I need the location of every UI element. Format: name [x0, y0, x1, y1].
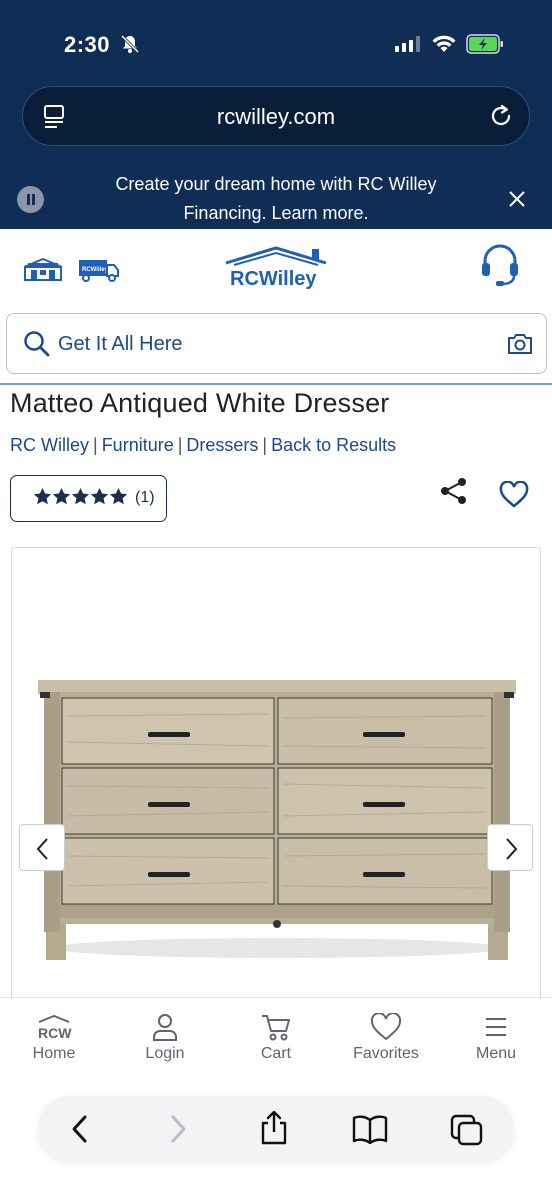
- nav-favorites[interactable]: Favorites: [341, 1012, 431, 1063]
- nav-home-label: Home: [32, 1045, 76, 1062]
- star-rating-icon: [33, 487, 129, 512]
- hamburger-icon: [451, 1012, 541, 1042]
- share-icon[interactable]: [258, 1110, 290, 1151]
- nav-favorites-label: Favorites: [353, 1045, 419, 1062]
- breadcrumb: RC Willey | Furniture | Dressers | Back to Res…: [10, 435, 397, 455]
- rcw-logo-text: RCW: [38, 1025, 72, 1040]
- share-icon[interactable]: [439, 477, 469, 510]
- rating-count: (1): [135, 489, 155, 506]
- pause-button[interactable]: [17, 186, 44, 213]
- browser-top-area: 2:30 rcwilley.com Create your dream home…: [0, 0, 552, 229]
- promo-text[interactable]: Create your dream home with RC Willey Fi…: [80, 170, 472, 228]
- breadcrumb-home[interactable]: RC Willey: [10, 435, 89, 455]
- truck-logo-text: RCWilley: [82, 267, 109, 273]
- breadcrumb-dressers[interactable]: Dressers: [186, 435, 258, 455]
- rcwilley-logo[interactable]: RCWilley: [222, 243, 330, 296]
- breadcrumb-furniture[interactable]: Furniture: [102, 435, 174, 455]
- store-icon[interactable]: [22, 257, 64, 287]
- cell-signal-icon: [395, 36, 421, 57]
- product-image[interactable]: [38, 676, 516, 971]
- user-icon: [120, 1012, 210, 1042]
- bookmarks-icon[interactable]: [352, 1114, 388, 1149]
- cart-icon: [231, 1012, 321, 1042]
- nav-login[interactable]: Login: [120, 1012, 210, 1063]
- truck-icon[interactable]: RCWilley: [78, 258, 120, 287]
- nav-cart-label: Cart: [260, 1045, 292, 1062]
- back-icon[interactable]: [68, 1114, 92, 1149]
- nav-home[interactable]: RCW Home: [9, 1012, 99, 1063]
- search-placeholder: Get It All Here: [58, 333, 183, 355]
- promo-banner[interactable]: Create your dream home with RC Willey Fi…: [0, 168, 552, 229]
- close-icon[interactable]: [508, 190, 526, 213]
- forward-icon[interactable]: [166, 1114, 190, 1149]
- wifi-icon: [431, 34, 457, 59]
- product-title: Matteo Antiqued White Dresser: [10, 388, 390, 418]
- site-header: RCWilley RCWilley: [0, 229, 552, 309]
- nav-login-label: Login: [145, 1045, 185, 1062]
- product-image-frame: [11, 547, 541, 1007]
- tabs-icon[interactable]: [450, 1114, 484, 1151]
- rating-button[interactable]: (1): [10, 475, 167, 522]
- status-time: 2:30: [64, 32, 111, 57]
- carousel-prev-button[interactable]: [19, 824, 65, 871]
- heart-icon: [341, 1012, 431, 1042]
- nav-cart[interactable]: Cart: [231, 1012, 321, 1063]
- url-text: rcwilley.com: [216, 104, 336, 129]
- logo-text: RCWilley: [230, 268, 317, 290]
- camera-icon[interactable]: [506, 332, 534, 361]
- browser-toolbar-pill: [38, 1096, 514, 1161]
- chevron-left-icon: [36, 838, 48, 860]
- nav-menu-label: Menu: [475, 1045, 517, 1062]
- search-input[interactable]: Get It All Here: [6, 313, 547, 374]
- carousel-next-button[interactable]: [487, 824, 533, 871]
- search-icon[interactable]: [23, 330, 51, 363]
- header-divider: [0, 383, 552, 385]
- status-bar: 2:30: [0, 30, 552, 60]
- battery-icon: [466, 34, 504, 59]
- reload-icon[interactable]: [487, 102, 515, 135]
- rcw-home-icon: RCW: [9, 1012, 99, 1042]
- breadcrumb-back-to-results[interactable]: Back to Results: [271, 435, 396, 455]
- chevron-right-icon: [506, 838, 518, 860]
- bell-muted-icon: [120, 34, 140, 59]
- favorite-heart-icon[interactable]: [499, 480, 529, 514]
- nav-menu[interactable]: Menu: [451, 1012, 541, 1063]
- url-bar[interactable]: rcwilley.com: [22, 86, 530, 146]
- browser-toolbar: [0, 1077, 552, 1200]
- headset-support-icon[interactable]: [480, 243, 520, 292]
- bottom-nav: RCW Home Login Cart Favorites Menu: [0, 997, 552, 1077]
